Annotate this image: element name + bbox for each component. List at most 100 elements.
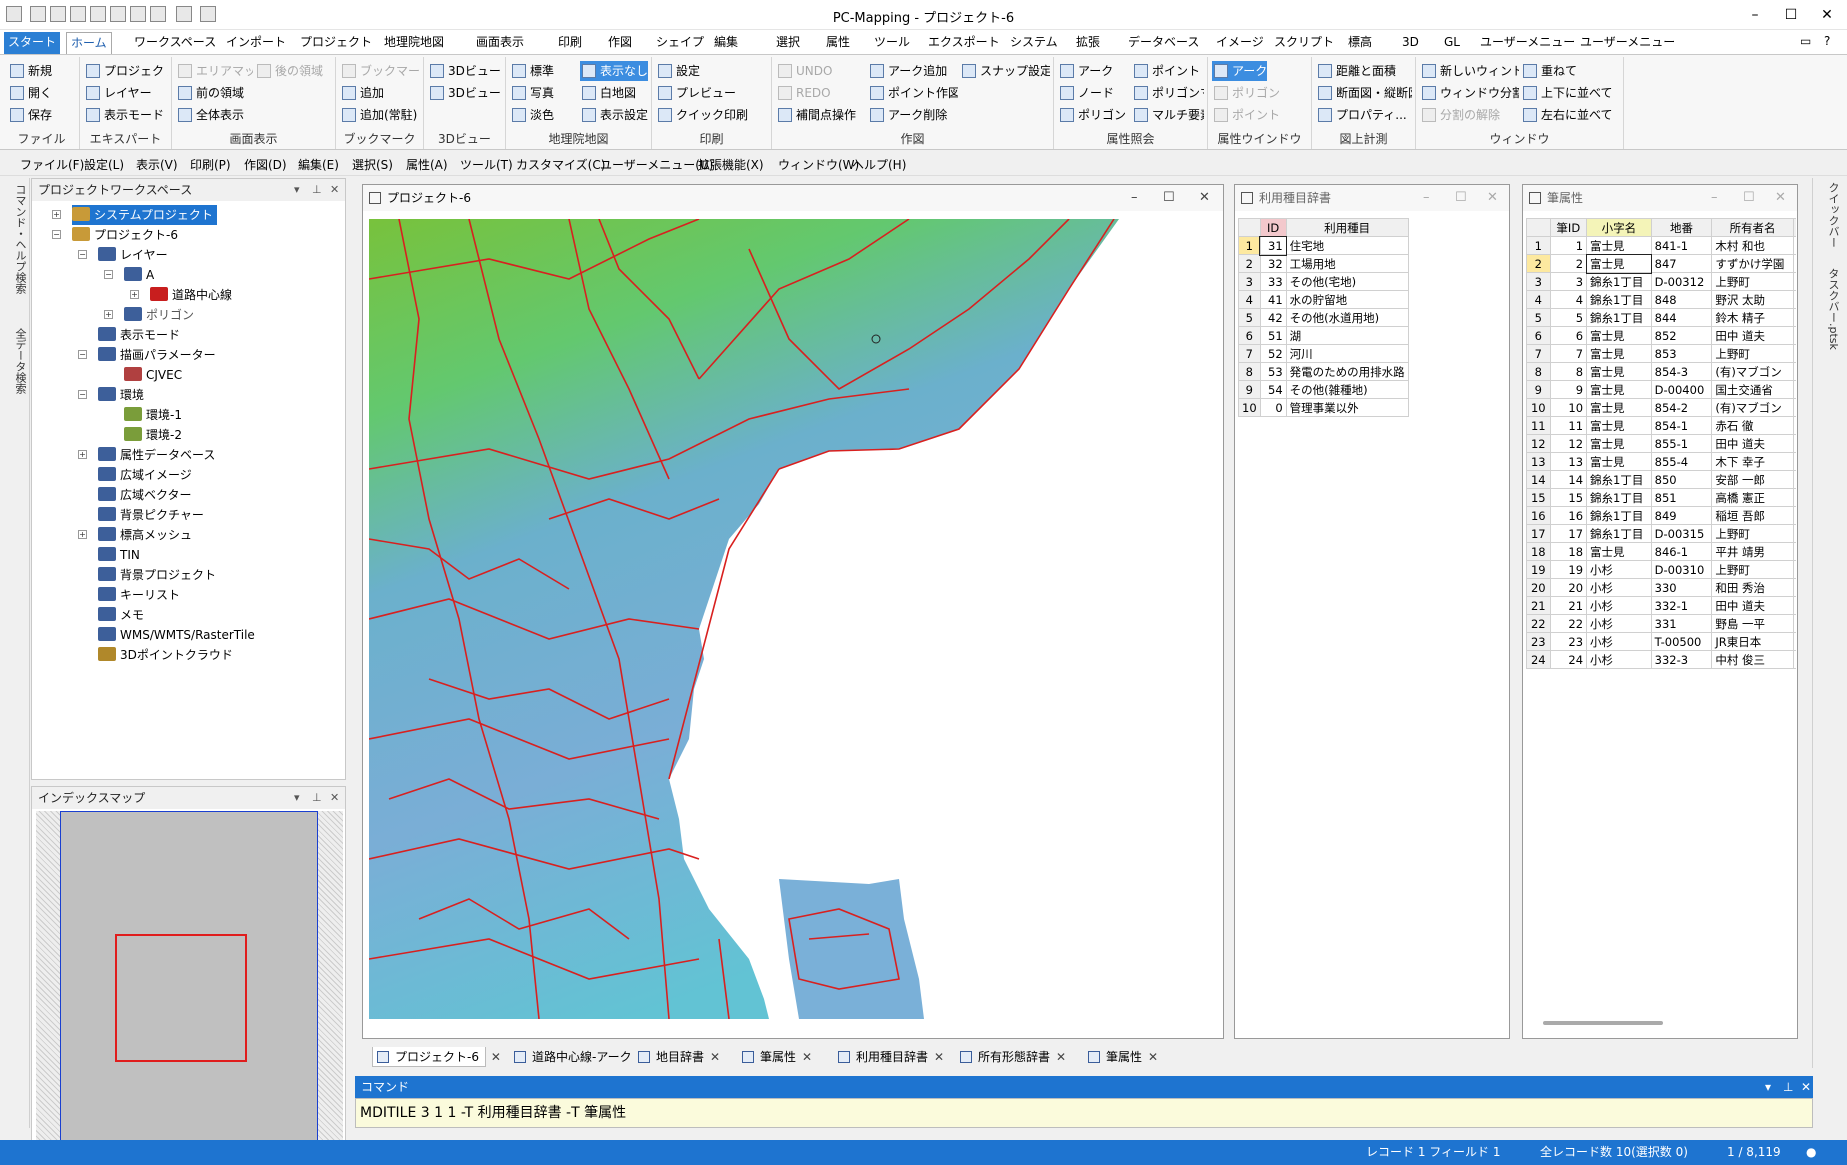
- tab-1[interactable]: ホーム: [66, 32, 112, 54]
- ribbon-button-10-2[interactable]: プロパティ...: [1316, 105, 1407, 125]
- table-cell[interactable]: 51: [1259, 326, 1287, 345]
- table-cell[interactable]: 小杉: [1586, 578, 1652, 597]
- ribbon-button-8-2[interactable]: ポリゴン: [1058, 105, 1126, 125]
- expand-toggle[interactable]: −: [78, 250, 87, 259]
- tree-item-9[interactable]: 環境: [98, 385, 144, 405]
- column-header[interactable]: 地番: [1650, 218, 1713, 237]
- table-cell[interactable]: D-00400: [1650, 380, 1713, 399]
- table-cell[interactable]: 湖: [1285, 326, 1409, 345]
- table-row[interactable]: 5 42 その他(水道用地): [1238, 308, 1409, 327]
- ribbon-button-7-3[interactable]: アーク追加: [868, 61, 947, 81]
- table-row[interactable]: 2424小杉332-3中村 俊三住: [1526, 650, 1796, 669]
- ribbon-button-7-4[interactable]: ポイント作図: [868, 83, 958, 103]
- tab-15[interactable]: システム: [1006, 32, 1062, 54]
- table-cell[interactable]: 11: [1549, 416, 1588, 435]
- tab-9[interactable]: シェイプ: [652, 32, 708, 54]
- taskbar-tab[interactable]: タスクバー.ptsk: [1825, 268, 1841, 350]
- table-cell[interactable]: 小杉: [1586, 614, 1652, 633]
- ribbon-button-7-1[interactable]: REDO: [776, 83, 831, 103]
- tree-item-12[interactable]: 属性データベース: [98, 445, 215, 465]
- tab-22[interactable]: GL: [1440, 32, 1464, 54]
- menu-item-1[interactable]: 設定(L): [84, 156, 124, 173]
- table-cell[interactable]: 富士見: [1586, 362, 1652, 381]
- column-header[interactable]: 利用種目: [1285, 218, 1409, 237]
- ribbon-button-5-0[interactable]: 標準: [510, 61, 554, 81]
- table-cell[interactable]: 9: [1549, 380, 1588, 399]
- expand-toggle[interactable]: +: [78, 530, 87, 539]
- tab-7[interactable]: 印刷: [554, 32, 586, 54]
- ribbon-button-5-4[interactable]: 白地図: [580, 83, 636, 103]
- table-cell[interactable]: 国土交通省: [1711, 380, 1794, 399]
- ribbon-button-8-1[interactable]: ノード: [1058, 83, 1114, 103]
- table-cell[interactable]: 住: [1792, 434, 1796, 453]
- ribbon-button-8-3[interactable]: ポイント: [1132, 61, 1200, 81]
- tab-21[interactable]: 3D: [1398, 32, 1423, 54]
- table-cell[interactable]: 54: [1259, 380, 1287, 399]
- table-cell[interactable]: 木村 和也: [1711, 236, 1794, 255]
- tree-item-6[interactable]: 表示モード: [98, 325, 180, 345]
- table-cell[interactable]: 上野町: [1711, 524, 1794, 543]
- table-cell[interactable]: その: [1792, 362, 1796, 381]
- table-row[interactable]: 8 53 発電のための用排水路: [1238, 362, 1409, 381]
- expand-toggle[interactable]: +: [104, 310, 113, 319]
- table-cell[interactable]: 849: [1650, 506, 1713, 525]
- ribbon-button-4-0[interactable]: 3Dビュー: [428, 61, 501, 81]
- table-cell[interactable]: 住: [1792, 236, 1796, 255]
- table-cell[interactable]: 田中 道夫: [1711, 434, 1794, 453]
- menu-item-8[interactable]: ツール(T): [460, 156, 513, 173]
- quickbar-tab[interactable]: クイックバー: [1825, 182, 1841, 248]
- table-cell[interactable]: 富士見: [1586, 452, 1652, 471]
- tree-item-2[interactable]: レイヤー: [98, 245, 168, 265]
- table-row[interactable]: 2 32 工場用地: [1238, 254, 1409, 273]
- menu-item-4[interactable]: 作図(D): [244, 156, 287, 173]
- menu-item-5[interactable]: 編集(E): [298, 156, 339, 173]
- table-cell[interactable]: 富士見: [1586, 344, 1652, 363]
- table-cell[interactable]: その: [1792, 398, 1796, 417]
- tab-8[interactable]: 作図: [604, 32, 636, 54]
- doc-tab-1[interactable]: 道路中心線-アーク✕: [510, 1047, 648, 1067]
- table-cell[interactable]: 841-1: [1650, 236, 1713, 255]
- table-cell[interactable]: 鈴木 精子: [1711, 308, 1794, 327]
- tree-item-19[interactable]: キーリスト: [98, 585, 180, 605]
- menu-item-3[interactable]: 印刷(P): [190, 156, 231, 173]
- table-cell[interactable]: 6: [1549, 326, 1588, 345]
- table-cell[interactable]: 1: [1549, 236, 1588, 255]
- ribbon-button-10-1[interactable]: 断面図・縦断図: [1316, 83, 1412, 103]
- table-cell[interactable]: 稲垣 吾郎: [1711, 506, 1794, 525]
- table-row[interactable]: 2020小杉330和田 秀治住: [1526, 578, 1796, 597]
- tree-item-15[interactable]: 背景ピクチャー: [98, 505, 204, 525]
- table-cell[interactable]: JR東日本: [1711, 632, 1794, 651]
- ribbon-button-11-0[interactable]: 新しいウィンドウ: [1420, 61, 1519, 81]
- table-cell[interactable]: その他(雑種地): [1285, 380, 1409, 399]
- tab-17[interactable]: データベース: [1124, 32, 1203, 54]
- command-help-search-tab[interactable]: コマンド・ヘルプ検索: [12, 184, 28, 294]
- menu-item-11[interactable]: 拡張機能(X): [698, 156, 764, 173]
- tree-item-14[interactable]: 広域ベクター: [98, 485, 192, 505]
- table-row[interactable]: 1 31 住宅地: [1238, 235, 1409, 256]
- ribbon-button-11-5[interactable]: 左右に並べて: [1521, 105, 1613, 125]
- ribbon-button-8-0[interactable]: アーク: [1058, 61, 1113, 81]
- table-row[interactable]: 2323小杉T-00500JR東日本管: [1526, 632, 1796, 651]
- table-cell[interactable]: 16: [1549, 506, 1588, 525]
- table-cell[interactable]: 24: [1549, 650, 1588, 669]
- ribbon-button-7-5[interactable]: アーク削除: [868, 105, 947, 125]
- ribbon-button-8-5[interactable]: マルチ要素: [1132, 105, 1204, 125]
- tab-4[interactable]: プロジェクト: [296, 32, 376, 54]
- table-row[interactable]: 1515錦糸1丁目851高橋 憲正住: [1526, 488, 1796, 507]
- table-row[interactable]: 6 51 湖: [1238, 326, 1409, 345]
- table-cell[interactable]: 錦糸1丁目: [1586, 488, 1652, 507]
- minimize-button[interactable]: –: [1131, 185, 1138, 211]
- table-cell[interactable]: 錦糸1丁目: [1586, 290, 1652, 309]
- tree-item-17[interactable]: TIN: [98, 545, 140, 565]
- tree-item-7[interactable]: 描画パラメーター: [98, 345, 216, 365]
- table-cell[interactable]: 管理事業以外: [1285, 398, 1409, 417]
- table-cell[interactable]: 住: [1792, 326, 1796, 345]
- tree-item-5[interactable]: ポリゴン: [124, 305, 194, 325]
- expand-toggle[interactable]: −: [104, 270, 113, 279]
- table-cell[interactable]: 安部 一郎: [1711, 470, 1794, 489]
- minimize-button[interactable]: –: [1711, 185, 1718, 211]
- table-cell[interactable]: すずかけ学園: [1711, 254, 1794, 273]
- table-cell[interactable]: 53: [1259, 362, 1287, 381]
- ribbon-button-6-2[interactable]: クイック印刷: [656, 105, 748, 125]
- table-row[interactable]: 1212富士見855-1田中 道夫住: [1526, 434, 1796, 453]
